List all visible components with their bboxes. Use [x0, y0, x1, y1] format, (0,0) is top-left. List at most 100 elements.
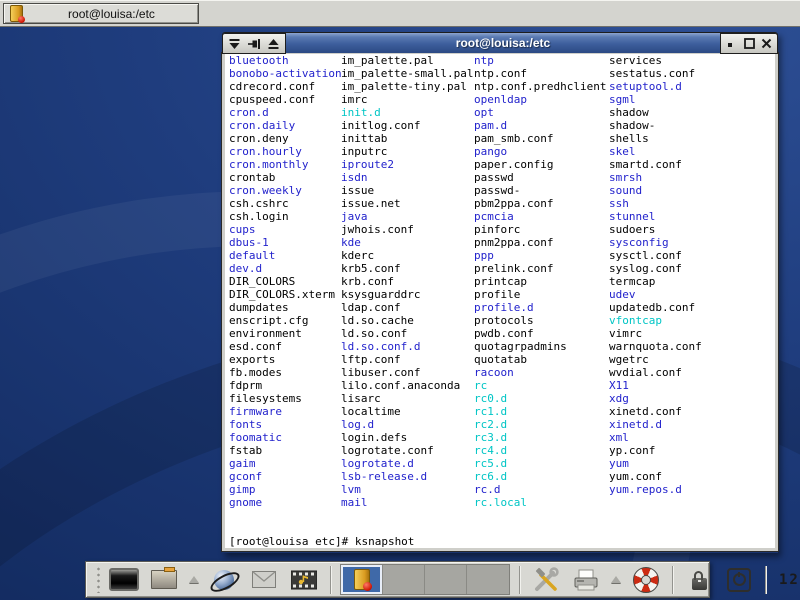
- file-entry: pcmcia: [474, 210, 606, 223]
- help-button[interactable]: [629, 564, 663, 596]
- file-entry: cron.daily: [229, 119, 342, 132]
- home-folder-icon: [151, 570, 177, 589]
- file-entry: pinforc: [474, 223, 606, 236]
- panel-handle-left[interactable]: [96, 566, 101, 593]
- file-entry: X11: [609, 379, 702, 392]
- mail-button[interactable]: [247, 564, 281, 596]
- file-entry: quotatab: [474, 353, 606, 366]
- lock-screen-button[interactable]: [682, 564, 716, 596]
- file-entry: warnquota.conf: [609, 340, 702, 353]
- pager: [340, 564, 510, 595]
- pager-desktop-4[interactable]: [467, 565, 509, 594]
- file-entry: im_palette-tiny.pal: [341, 80, 473, 93]
- file-entry: rc3.d: [474, 431, 606, 444]
- file-entry: yum: [609, 457, 702, 470]
- file-entry: updatedb.conf: [609, 301, 702, 314]
- file-entry: quotagrpadmins: [474, 340, 606, 353]
- hide-arrow-button[interactable]: [187, 564, 201, 596]
- menu-icon[interactable]: [227, 36, 242, 51]
- file-entry: inittab: [341, 132, 473, 145]
- titlebar[interactable]: root@louisa:/etc: [222, 32, 778, 53]
- file-entry: foomatic: [229, 431, 342, 444]
- maximize-icon[interactable]: [742, 36, 757, 51]
- file-entry: vimrc: [609, 327, 702, 340]
- file-entry: jwhois.conf: [341, 223, 473, 236]
- titlebar-left-tab: [222, 33, 286, 54]
- file-entry: environment: [229, 327, 342, 340]
- file-entry: ld.so.cache: [341, 314, 473, 327]
- minimize-icon[interactable]: [724, 36, 739, 51]
- file-entry: ntp: [474, 54, 606, 67]
- file-column-2: im_palette.palim_palette-small.palim_pal…: [341, 54, 473, 509]
- printer-button[interactable]: [569, 564, 603, 596]
- home-folder-button[interactable]: [147, 564, 181, 596]
- file-column-3: ntpntp.confntp.conf.predhclientopenldapo…: [474, 54, 606, 509]
- hide-arrow-button[interactable]: [609, 564, 623, 596]
- file-entry: pwdb.conf: [474, 327, 606, 340]
- pager-desktop-1[interactable]: [341, 565, 383, 594]
- file-entry: initlog.conf: [341, 119, 473, 132]
- panel-separator: [672, 566, 673, 594]
- file-entry: yum.repos.d: [609, 483, 702, 496]
- pin-icon[interactable]: [247, 36, 262, 51]
- file-entry: cron.d: [229, 106, 342, 119]
- mail-icon: [252, 571, 276, 588]
- tools-button[interactable]: [529, 564, 563, 596]
- file-column-4: servicessestatus.confsetuptool.dsgmlshad…: [609, 54, 702, 496]
- file-entry: skel: [609, 145, 702, 158]
- terminal-launcher-button[interactable]: [107, 564, 141, 596]
- web-browser-button[interactable]: [207, 564, 241, 596]
- file-entry: yum.conf: [609, 470, 702, 483]
- terminal-prompt-block: [root@louisa etc]# ksnapshot kbuildsycoc…: [229, 509, 414, 548]
- file-entry: rc0.d: [474, 392, 606, 405]
- prompt-line: [root@louisa etc]# ksnapshot: [229, 535, 414, 548]
- panel-separator: [330, 566, 331, 594]
- file-entry: setuptool.d: [609, 80, 702, 93]
- file-entry: pam.d: [474, 119, 606, 132]
- file-entry: openldap: [474, 93, 606, 106]
- file-entry: lisarc: [341, 392, 473, 405]
- pager-desktop-2[interactable]: [383, 565, 425, 594]
- file-entry: filesystems: [229, 392, 342, 405]
- taskbar-window-button[interactable]: root@louisa:/etc: [3, 3, 199, 24]
- terminal-window: root@louisa:/etc [root@louisa etc]# ksna…: [222, 32, 778, 553]
- file-entry: fb.modes: [229, 366, 342, 379]
- shade-icon[interactable]: [266, 36, 281, 51]
- file-entry: kderc: [341, 249, 473, 262]
- multimedia-button[interactable]: [287, 564, 321, 596]
- file-entry: rc: [474, 379, 606, 392]
- file-entry: lilo.conf.anaconda: [341, 379, 473, 392]
- file-entry: rc2.d: [474, 418, 606, 431]
- file-entry: cpuspeed.conf: [229, 93, 342, 106]
- file-entry: racoon: [474, 366, 606, 379]
- file-entry: wvdial.conf: [609, 366, 702, 379]
- file-entry: wgetrc: [609, 353, 702, 366]
- top-taskbar: root@louisa:/etc: [0, 0, 800, 27]
- multimedia-icon: [291, 569, 317, 591]
- file-entry: udev: [609, 288, 702, 301]
- help-icon: [633, 567, 659, 593]
- file-entry: dumpdates: [229, 301, 342, 314]
- file-entry: csh.login: [229, 210, 342, 223]
- file-entry: passwd-: [474, 184, 606, 197]
- file-entry: sysconfig: [609, 236, 702, 249]
- file-entry: prelink.conf: [474, 262, 606, 275]
- terminal-output[interactable]: [root@louisa etc]# ksnapshot kbuildsycoc…: [225, 54, 775, 548]
- file-entry: esd.conf: [229, 340, 342, 353]
- file-entry: isdn: [341, 171, 473, 184]
- pager-desktop-3[interactable]: [425, 565, 467, 594]
- file-entry: issue.net: [341, 197, 473, 210]
- file-entry: bluetooth: [229, 54, 342, 67]
- close-icon[interactable]: [759, 36, 774, 51]
- hide-arrow-icon: [611, 576, 621, 583]
- file-entry: lsb-release.d: [341, 470, 473, 483]
- file-entry: xinetd.conf: [609, 405, 702, 418]
- logout-button[interactable]: [722, 564, 756, 596]
- file-entry: cups: [229, 223, 342, 236]
- file-entry: ld.so.conf.d: [341, 340, 473, 353]
- file-entry: iproute2: [341, 158, 473, 171]
- panel-clock[interactable]: 12 02: [775, 572, 800, 588]
- web-browser-icon: [213, 569, 235, 591]
- file-entry: shells: [609, 132, 702, 145]
- file-entry: dev.d: [229, 262, 342, 275]
